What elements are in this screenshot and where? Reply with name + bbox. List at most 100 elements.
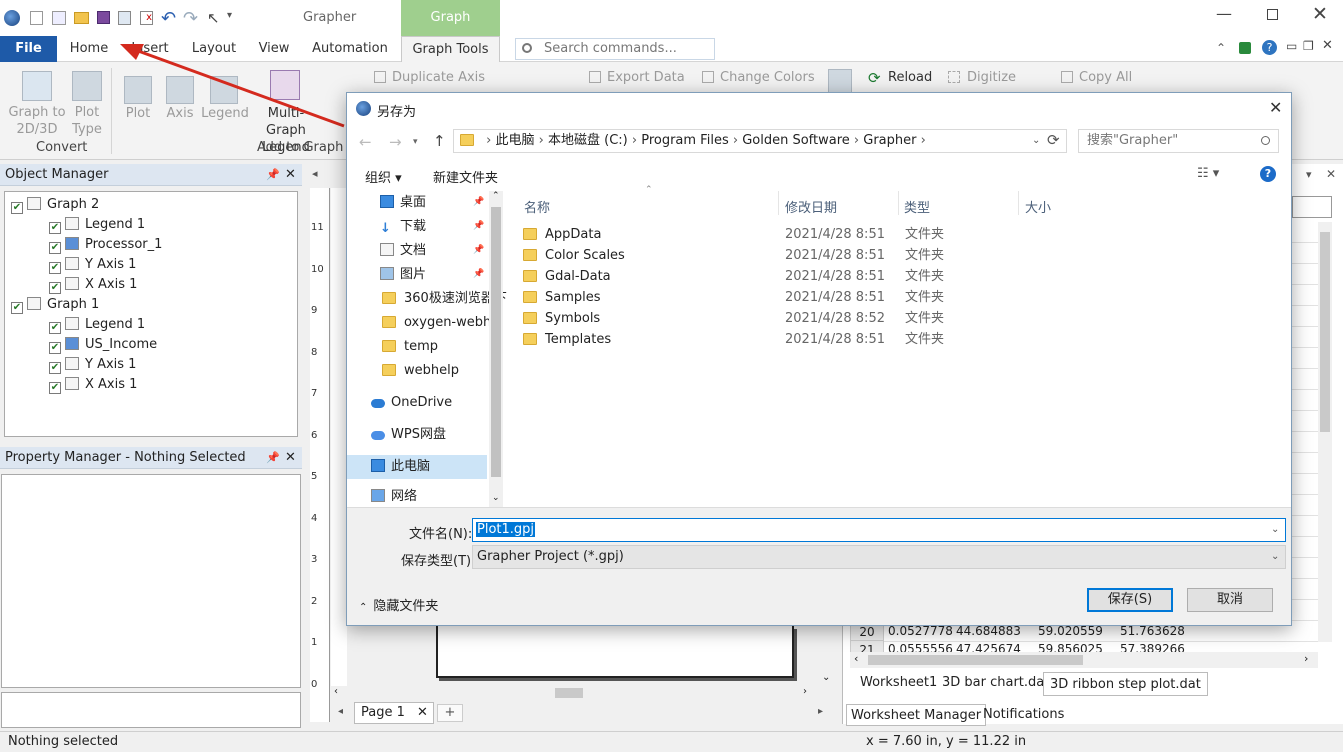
tree-item[interactable]: ✔ US_Income: [49, 335, 157, 355]
cancel-button[interactable]: 取消: [1187, 588, 1273, 612]
tab-home[interactable]: Home: [62, 36, 116, 62]
tree-item[interactable]: ✔ Legend 1: [49, 215, 145, 235]
breadcrumb-item[interactable]: Program Files: [641, 133, 729, 148]
checkbox[interactable]: ✔: [11, 302, 23, 314]
forward-icon[interactable]: →: [389, 133, 402, 151]
file-row[interactable]: Color Scales 2021/4/28 8:51 文件夹: [523, 245, 1023, 266]
scroll-thumb[interactable]: [1320, 232, 1330, 432]
view-options-icon[interactable]: ☷ ▾: [1197, 166, 1219, 181]
cell[interactable]: 57.389266: [1120, 640, 1185, 652]
nav-item[interactable]: 桌面: [380, 191, 426, 215]
worksheet-tab[interactable]: Worksheet1: [856, 672, 941, 694]
nav-item[interactable]: ↓ 下载: [380, 215, 426, 239]
refresh-icon[interactable]: ⟳: [1047, 131, 1060, 149]
close-button[interactable]: ✕: [1312, 3, 1328, 25]
app-logo-icon[interactable]: [4, 10, 20, 26]
cell[interactable]: 47.425674: [956, 640, 1021, 652]
page-tabs-left-arrow[interactable]: ◂: [338, 706, 343, 717]
export-data-button[interactable]: Export Data: [607, 70, 685, 85]
pin-icon[interactable]: 📌: [266, 164, 280, 186]
scroll-down-icon[interactable]: ⌄: [822, 672, 830, 683]
checkbox[interactable]: ✔: [49, 342, 61, 354]
feedback-icon[interactable]: [1239, 42, 1251, 54]
dialog-search-box[interactable]: 搜索"Grapher": [1078, 129, 1279, 153]
digitize-button[interactable]: Digitize: [967, 70, 1016, 85]
file-row[interactable]: AppData 2021/4/28 8:51 文件夹: [523, 224, 1023, 245]
scroll-left-icon[interactable]: ‹: [854, 652, 858, 665]
nav-item[interactable]: OneDrive: [371, 391, 452, 415]
redo-icon[interactable]: ↷: [183, 8, 198, 29]
qat-new-icon[interactable]: [30, 11, 43, 25]
breadcrumb-item[interactable]: 此电脑: [495, 133, 534, 148]
column-header-type[interactable]: 类型: [904, 197, 930, 216]
undo-icon[interactable]: ↶: [161, 8, 176, 29]
new-folder-button[interactable]: 新建文件夹: [433, 167, 498, 186]
file-row[interactable]: Gdal-Data 2021/4/28 8:51 文件夹: [523, 266, 1023, 287]
column-header-name[interactable]: 名称: [524, 197, 550, 216]
reload-button[interactable]: Reload: [888, 70, 932, 85]
collapse-ribbon-icon[interactable]: ⌃: [1216, 41, 1226, 55]
dialog-help-icon[interactable]: ?: [1260, 166, 1276, 182]
nav-item[interactable]: 网络: [371, 485, 417, 509]
tab-graph-tools[interactable]: Graph Tools: [401, 36, 500, 62]
worksheet-v-scrollbar[interactable]: [1318, 222, 1332, 642]
plot-type-button[interactable]: Plot Type: [66, 104, 108, 138]
search-commands[interactable]: Search commands...: [515, 38, 715, 60]
tree-item[interactable]: ✔ Y Axis 1: [49, 255, 136, 275]
checkbox[interactable]: ✔: [49, 282, 61, 294]
scroll-thumb[interactable]: [868, 655, 1083, 665]
worksheet-row[interactable]: 21 0.0555556 47.425674 59.856025 57.3892…: [850, 640, 1230, 652]
doc-restore-icon[interactable]: ❐: [1303, 39, 1314, 53]
nav-item[interactable]: webhelp: [382, 359, 459, 383]
dialog-close-button[interactable]: ✕: [1269, 98, 1282, 117]
filename-dropdown-icon[interactable]: ⌄: [1271, 519, 1279, 541]
nav-item[interactable]: 文档: [380, 239, 426, 263]
nav-item[interactable]: WPS网盘: [371, 423, 446, 447]
add-page-button[interactable]: +: [437, 704, 463, 722]
graph-to-2d3d-button[interactable]: Graph to 2D/3D: [6, 104, 68, 138]
cell[interactable]: 0.0555556: [888, 640, 953, 652]
filename-input[interactable]: Plot1.gpj ⌄: [472, 518, 1286, 542]
file-row[interactable]: Templates 2021/4/28 8:51 文件夹: [523, 329, 1023, 350]
column-header-size[interactable]: 大小: [1025, 197, 1051, 216]
plot-canvas[interactable]: [331, 188, 347, 686]
doc-minimize-icon[interactable]: ▭: [1286, 39, 1297, 53]
scroll-up-icon[interactable]: ⌃: [492, 191, 500, 201]
qat-print-icon[interactable]: [118, 11, 131, 25]
cell-edit-bar[interactable]: [1292, 196, 1332, 218]
pane-close-icon[interactable]: ✕: [285, 447, 296, 469]
pin-icon[interactable]: 📌: [473, 197, 484, 207]
worksheet-tab-active[interactable]: 3D ribbon step plot.dat: [1043, 672, 1208, 696]
checkbox[interactable]: ✔: [49, 262, 61, 274]
help-icon[interactable]: ?: [1262, 40, 1277, 55]
doc-close-icon[interactable]: ✕: [1322, 38, 1333, 53]
tree-item[interactable]: ✔ X Axis 1: [49, 375, 137, 395]
page-tab[interactable]: Page 1 ✕: [354, 702, 434, 724]
column-header-date[interactable]: 修改日期: [785, 197, 837, 216]
change-colors-button[interactable]: Change Colors: [720, 70, 815, 85]
checkbox[interactable]: ✔: [49, 242, 61, 254]
qat-save-icon[interactable]: [97, 11, 110, 24]
worksheet-tab[interactable]: 3D bar chart.dat: [938, 672, 1053, 694]
breadcrumb-item[interactable]: 本地磁盘 (C:): [548, 133, 628, 148]
scroll-thumb[interactable]: [555, 688, 583, 698]
qat-new-multi-icon[interactable]: [52, 11, 66, 25]
scroll-down-icon[interactable]: ⌄: [492, 493, 500, 503]
scroll-right-icon[interactable]: ›: [803, 686, 807, 697]
tab-file[interactable]: File: [0, 36, 57, 62]
checkbox[interactable]: ✔: [49, 222, 61, 234]
checkbox[interactable]: ✔: [49, 322, 61, 334]
checkbox[interactable]: ✔: [49, 362, 61, 374]
plot-tabs-left-arrow[interactable]: ◂: [312, 167, 318, 180]
breadcrumb-item[interactable]: Golden Software: [742, 133, 850, 148]
organize-button[interactable]: 组织 ▾: [365, 167, 402, 186]
tree-item[interactable]: ✔ Legend 1: [49, 315, 145, 335]
save-button[interactable]: 保存(S): [1087, 588, 1173, 612]
copy-all-button[interactable]: Copy All: [1079, 70, 1132, 85]
qat-open-icon[interactable]: [74, 12, 89, 24]
qat-customize-icon[interactable]: ▾: [227, 10, 232, 21]
tree-item[interactable]: ✔ Graph 1: [11, 295, 99, 315]
cell[interactable]: 59.856025: [1038, 640, 1103, 652]
back-icon[interactable]: ←: [359, 133, 372, 151]
nav-scrollbar[interactable]: ⌃ ⌄: [489, 191, 503, 507]
